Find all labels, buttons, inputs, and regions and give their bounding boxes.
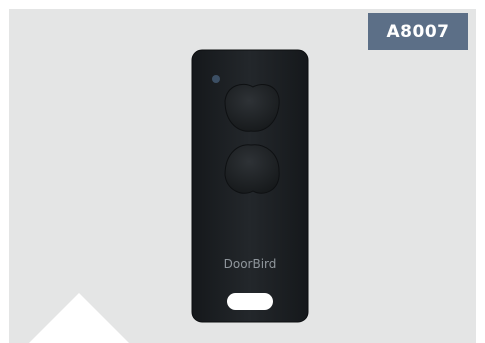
product-code-badge: A8007	[368, 13, 468, 50]
corner-notch	[27, 293, 131, 343]
key-fob-illustration: DoorBird	[191, 49, 309, 323]
upper-button	[224, 83, 280, 132]
key-fob-device: DoorBird	[191, 49, 309, 323]
keyring-slot	[227, 293, 273, 310]
product-code-label: A8007	[386, 21, 450, 42]
lower-button	[224, 144, 280, 194]
brand-logo: DoorBird	[224, 257, 277, 271]
led-indicator	[212, 75, 220, 83]
product-image-card: A8007 DoorBird	[9, 9, 476, 343]
